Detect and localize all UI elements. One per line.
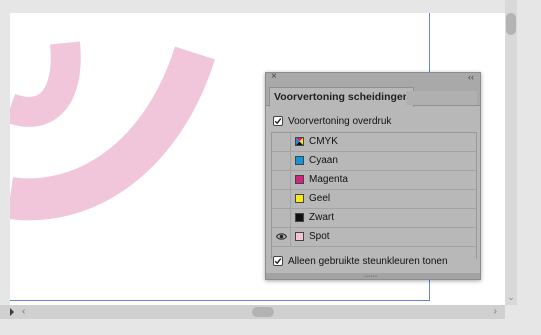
cyan-swatch: [295, 156, 304, 165]
tabbar-empty: [406, 91, 477, 105]
horizontal-scroll-thumb[interactable]: [252, 307, 274, 317]
magenta-swatch: [295, 175, 304, 184]
list-item[interactable]: Spot: [272, 228, 476, 247]
separation-label: Geel: [309, 193, 331, 204]
collapse-icon[interactable]: ‹‹: [468, 71, 474, 83]
scroll-right-icon[interactable]: ›: [494, 306, 497, 317]
spot-swatch: [295, 232, 304, 241]
list-item[interactable]: Cyaan: [272, 152, 476, 171]
bottom-edge: [0, 319, 541, 335]
vertical-scroll-thumb[interactable]: [506, 13, 516, 35]
panel-resize-grip[interactable]: ••••••: [266, 273, 480, 280]
used-inks-only-label: Alleen gebruikte steunkleuren tonen: [288, 255, 448, 267]
list-item[interactable]: Magenta: [272, 171, 476, 190]
yellow-swatch: [295, 194, 304, 203]
separations-preview-panel: × ‹‹ Voorvertoning scheidingen Voorverto…: [265, 71, 481, 280]
visibility-toggle[interactable]: [272, 190, 291, 208]
visibility-toggle[interactable]: [272, 209, 291, 227]
cmyk-icon: [295, 137, 304, 146]
separation-label: Magenta: [309, 174, 348, 185]
used-inks-only-checkbox[interactable]: [273, 256, 283, 266]
overprint-preview-option[interactable]: Voorvertoning overdruk: [273, 114, 391, 128]
vertical-scrollbar[interactable]: ⌄: [505, 0, 517, 305]
separation-label: Spot: [309, 231, 330, 242]
scroll-down-icon[interactable]: ⌄: [505, 292, 517, 303]
list-item[interactable]: CMYK: [272, 133, 476, 152]
visibility-toggle[interactable]: [272, 152, 291, 170]
scroll-left-icon[interactable]: ‹: [22, 306, 25, 317]
close-icon[interactable]: ×: [271, 71, 277, 83]
visibility-toggle[interactable]: [272, 228, 291, 246]
overprint-preview-checkbox[interactable]: [273, 116, 283, 126]
list-item[interactable]: Zwart: [272, 209, 476, 228]
separation-label: CMYK: [309, 136, 338, 147]
grip-dots-icon: ••••••: [364, 274, 378, 280]
visibility-toggle[interactable]: [272, 133, 291, 151]
tab-separations-preview[interactable]: Voorvertoning scheidingen: [269, 87, 415, 107]
panel-titlebar[interactable]: × ‹‹: [266, 71, 480, 83]
margin-guide-horizontal: [10, 300, 430, 301]
panel-tabbar: Voorvertoning scheidingen: [266, 83, 480, 107]
black-swatch: [295, 213, 304, 222]
used-inks-only-option[interactable]: Alleen gebruikte steunkleuren tonen: [273, 254, 448, 268]
separations-list: CMYK Cyaan Magenta Geel Zwart Spot: [271, 132, 477, 259]
visibility-toggle[interactable]: [272, 171, 291, 189]
overprint-preview-label: Voorvertoning overdruk: [288, 115, 392, 127]
checkmark-icon: [274, 258, 282, 265]
page-marker-icon: [10, 308, 14, 316]
separation-label: Zwart: [309, 212, 334, 223]
checkmark-icon: [274, 118, 282, 125]
list-item[interactable]: Geel: [272, 190, 476, 209]
eye-icon: [276, 233, 287, 240]
separation-label: Cyaan: [309, 155, 338, 166]
horizontal-scrollbar[interactable]: ‹ ›: [0, 305, 505, 319]
right-edge: [517, 0, 541, 335]
